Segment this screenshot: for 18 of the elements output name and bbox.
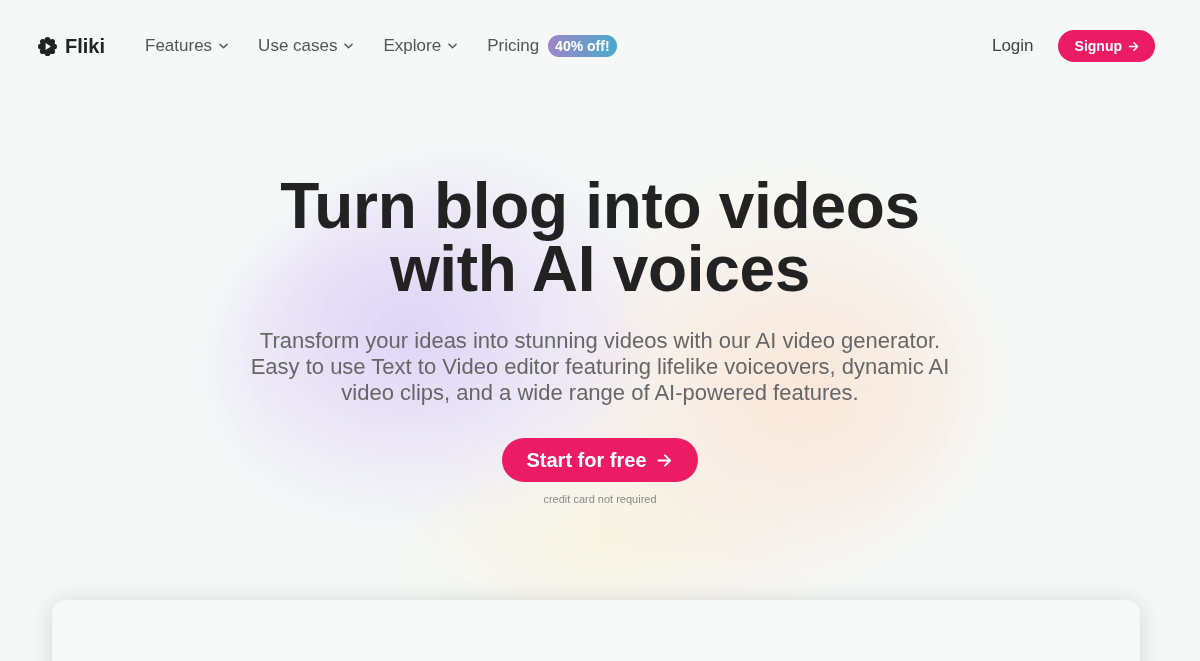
nav-link[interactable]: Features	[145, 36, 229, 56]
nav-link[interactable]: Explore	[383, 36, 458, 56]
hero-heading: Turn blog into videos with AI voices	[280, 175, 920, 301]
arrow-right-icon	[1128, 40, 1139, 52]
logo-icon	[38, 36, 57, 56]
discount-badge: 40% off!	[548, 35, 617, 57]
chevron-down-icon	[344, 43, 354, 49]
hero-description: Transform your ideas into stunning videos with our AI video generator. Easy to use Text to Video editor featuring lifelike voiceovers, dynamic AI video clips, and a wide range of AI-powered features.	[249, 328, 951, 406]
signup-button[interactable]: Signup	[1057, 30, 1155, 62]
nav-link[interactable]: Pricing	[487, 36, 540, 56]
chevron-down-icon	[448, 43, 458, 49]
credit-card-note: credit card not required	[543, 492, 657, 506]
nav-link[interactable]: Use cases	[258, 36, 354, 56]
login-link[interactable]: Login	[991, 36, 1034, 56]
arrow-right-icon	[656, 452, 672, 468]
chevron-down-icon	[219, 43, 229, 49]
start-for-free-button[interactable]: Start for free	[502, 438, 698, 482]
brand-name[interactable]: Fliki	[65, 34, 105, 58]
